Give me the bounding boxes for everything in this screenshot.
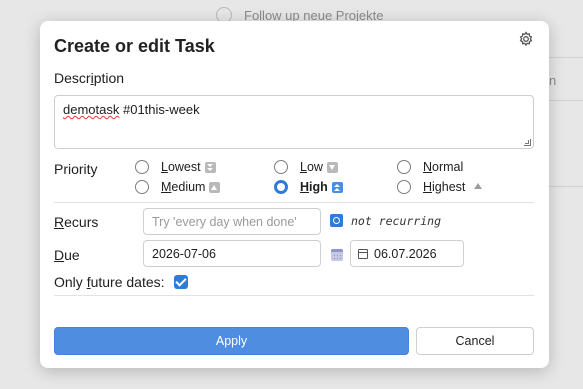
priority-option-medium[interactable]: Medium: [135, 180, 221, 194]
recurs-label: Recurs: [54, 214, 99, 230]
apply-button[interactable]: Apply: [54, 327, 409, 355]
background-divider: [549, 57, 583, 58]
radio-circle-checked[interactable]: [274, 180, 288, 194]
gear-icon[interactable]: [518, 31, 534, 47]
priority-option-lowest[interactable]: Lowest: [135, 160, 216, 174]
due-date-input[interactable]: 2026-07-06: [143, 240, 321, 267]
recurrence-status: not recurring: [351, 214, 442, 228]
recurrence-input[interactable]: Try 'every day when done': [143, 208, 321, 235]
priority-option-highest[interactable]: Highest: [397, 180, 483, 194]
priority-label: Priority: [54, 161, 98, 177]
divider: [54, 202, 534, 203]
radio-circle[interactable]: [397, 160, 411, 174]
description-tag-word: demotask: [63, 102, 120, 117]
down-icon: [326, 161, 338, 173]
resize-handle[interactable]: [524, 139, 531, 146]
double-up-icon: [331, 181, 343, 193]
cancel-button[interactable]: Cancel: [416, 327, 534, 355]
future-dates-checkbox[interactable]: [174, 275, 188, 289]
recurrence-icon: [330, 214, 343, 227]
divider: [54, 295, 534, 296]
dialog-title: Create or edit Task: [54, 36, 215, 56]
radio-circle[interactable]: [135, 180, 149, 194]
priority-option-low[interactable]: Low: [274, 160, 338, 174]
description-label: Description: [54, 70, 125, 86]
future-dates-label: Only future dates:: [54, 274, 165, 290]
description-textarea[interactable]: demotask #01this-week: [54, 95, 534, 149]
priority-option-normal[interactable]: Normal: [397, 160, 463, 174]
description-text: #01this-week: [119, 102, 200, 117]
priority-option-high[interactable]: High: [274, 180, 343, 194]
radio-circle[interactable]: [397, 180, 411, 194]
background-divider: [549, 186, 583, 187]
radio-circle[interactable]: [274, 160, 288, 174]
task-edit-dialog: Create or edit Task Description demotask…: [40, 21, 549, 368]
calendar-icon[interactable]: [358, 248, 368, 259]
due-label: Due: [54, 247, 80, 263]
background-text-fragment: n: [549, 73, 557, 88]
date-picker-input[interactable]: 06.07.2026: [350, 240, 464, 267]
highest-icon: [474, 183, 483, 189]
calendar-icon: [331, 249, 343, 261]
date-picker-value: 06.07.2026: [374, 246, 437, 261]
background-divider: [549, 100, 583, 101]
up-icon: [209, 181, 221, 193]
double-down-icon: [204, 161, 216, 173]
radio-circle[interactable]: [135, 160, 149, 174]
